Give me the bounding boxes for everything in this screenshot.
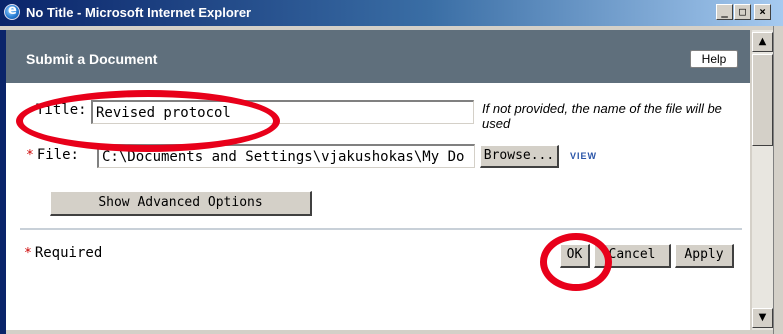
scroll-thumb[interactable] <box>752 54 773 146</box>
dialog-heading: Submit a Document <box>26 51 158 67</box>
title-highlight-circle <box>16 90 280 152</box>
section-divider <box>20 228 742 230</box>
browse-button[interactable]: Browse... <box>480 145 559 168</box>
ie-icon <box>4 3 20 20</box>
maximize-button[interactable]: □ <box>734 4 751 20</box>
dialog-header: Submit a Document Help <box>6 30 750 83</box>
ok-highlight-circle <box>540 233 612 291</box>
apply-button[interactable]: Apply <box>675 244 734 268</box>
scroll-down-button[interactable]: ▼ <box>752 308 773 328</box>
close-button[interactable]: × <box>754 4 771 20</box>
required-star: * <box>26 148 34 163</box>
title-bar[interactable]: No Title - Microsoft Internet Explorer _… <box>0 0 783 26</box>
window-title: No Title - Microsoft Internet Explorer <box>26 5 252 20</box>
dialog-content: Submit a Document Help Title: Revised pr… <box>6 30 750 330</box>
show-advanced-options-button[interactable]: Show Advanced Options <box>50 191 312 216</box>
required-text: Required <box>34 245 103 261</box>
view-link[interactable]: VIEW <box>570 151 597 161</box>
window-right-border <box>773 26 783 334</box>
file-label-row: * File: <box>26 147 79 163</box>
required-note: * Required <box>24 245 102 261</box>
vertical-scrollbar[interactable]: ▲ ▼ <box>752 30 773 330</box>
minimize-button[interactable]: _ <box>716 4 733 20</box>
scroll-up-button[interactable]: ▲ <box>752 32 773 52</box>
title-hint: If not provided, the name of the file wi… <box>482 101 722 131</box>
file-label: File: <box>36 147 79 163</box>
help-button[interactable]: Help <box>690 50 738 68</box>
ie-window: No Title - Microsoft Internet Explorer _… <box>0 0 783 334</box>
required-star: * <box>24 246 32 261</box>
